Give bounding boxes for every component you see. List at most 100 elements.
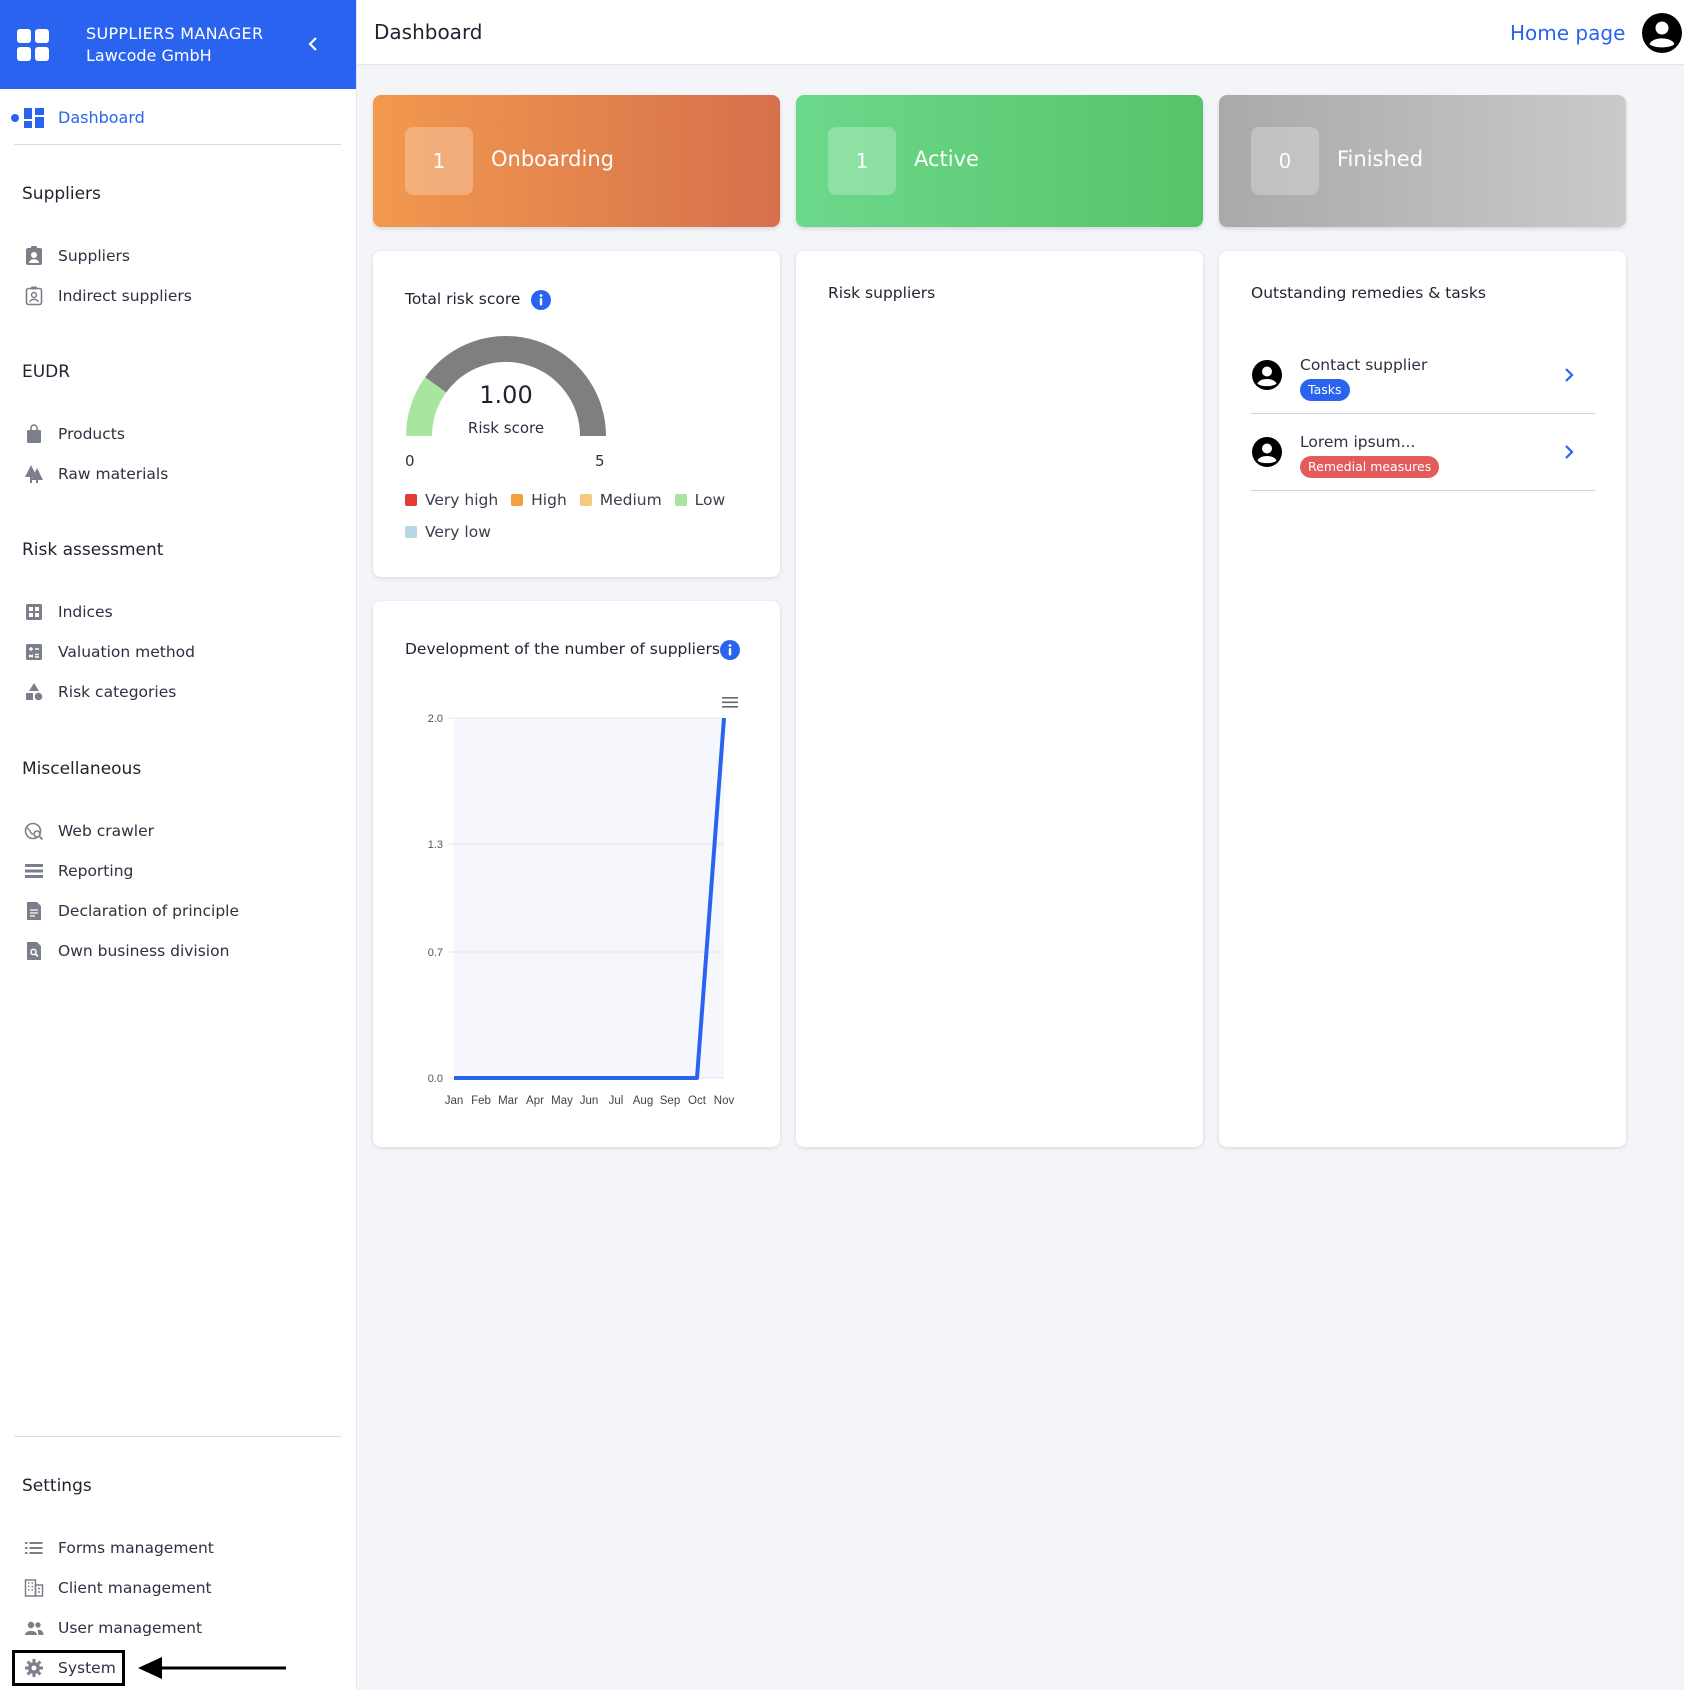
divider xyxy=(14,1436,341,1437)
gauge-max: 5 xyxy=(595,452,605,470)
sidebar-item-label: Indices xyxy=(58,603,113,621)
legend-label: Very low xyxy=(425,523,491,541)
section-title-eudr: EUDR xyxy=(22,362,71,382)
risk-suppliers-card: Risk suppliers xyxy=(796,251,1203,1147)
stat-count: 1 xyxy=(405,127,473,195)
sidebar-item-label: Declaration of principle xyxy=(58,902,240,920)
chevron-right-icon[interactable] xyxy=(1561,365,1577,385)
chevron-left-icon xyxy=(308,37,317,51)
sidebar-item-label: Indirect suppliers xyxy=(58,287,192,305)
line-chart: 0.0 0.7 1.3 2.0 Jan Feb Mar Apr May Jun Jul Aug Sep O… xyxy=(428,697,738,1107)
sidebar-item-label: Products xyxy=(58,425,125,443)
document-search-icon xyxy=(27,942,41,960)
chevron-right-icon[interactable] xyxy=(1561,442,1577,462)
sidebar-item-raw-materials[interactable]: Raw materials xyxy=(0,457,357,491)
x-tick-label: Apr xyxy=(526,1095,544,1107)
id-badge-icon xyxy=(26,246,42,265)
sidebar-item-user-management[interactable]: User management xyxy=(0,1611,357,1645)
task-row[interactable]: Contact supplier Tasks xyxy=(1251,337,1595,414)
x-tick-label: Mar xyxy=(498,1095,518,1107)
sidebar-item-own-business-division[interactable]: Own business division xyxy=(0,934,357,968)
stat-label: Finished xyxy=(1337,147,1424,171)
account-circle-icon[interactable] xyxy=(1641,12,1683,54)
stat-label: Onboarding xyxy=(491,147,614,171)
stat-card-finished[interactable]: 0 Finished xyxy=(1219,95,1626,227)
sidebar-item-products[interactable]: Products xyxy=(0,417,357,451)
sidebar-item-label: Suppliers xyxy=(58,247,130,265)
stat-card-onboarding[interactable]: 1 Onboarding xyxy=(373,95,780,227)
top-bar: Dashboard Home page xyxy=(357,0,1684,65)
legend-item[interactable]: Very low xyxy=(405,523,491,541)
list-lines-icon xyxy=(25,864,43,878)
sidebar-item-label: Own business division xyxy=(58,942,230,960)
dashboard-icon xyxy=(24,108,44,128)
sidebar-item-label: Raw materials xyxy=(58,465,169,483)
globe-search-icon xyxy=(24,822,44,841)
sidebar-item-dashboard[interactable]: Dashboard xyxy=(0,100,357,136)
x-tick-label: Jan xyxy=(445,1095,464,1107)
shapes-icon xyxy=(26,683,43,701)
highlight-box xyxy=(12,1650,125,1686)
info-icon[interactable] xyxy=(531,290,551,310)
sidebar-item-indirect-suppliers[interactable]: Indirect suppliers xyxy=(0,279,357,313)
task-name: Lorem ipsum... xyxy=(1300,433,1416,451)
chart-menu-icon[interactable] xyxy=(722,697,738,708)
sidebar-item-label: Valuation method xyxy=(58,643,196,661)
sidebar-item-label: Forms management xyxy=(58,1539,214,1557)
sidebar-item-reporting[interactable]: Reporting xyxy=(0,854,357,888)
sidebar-item-indices[interactable]: Indices xyxy=(0,595,357,629)
suppliers-chart-card: Development of the number of suppliers 0… xyxy=(373,601,780,1147)
legend-item[interactable]: Low xyxy=(674,491,725,509)
card-title: Risk suppliers xyxy=(828,284,936,302)
sidebar-item-forms-management[interactable]: Forms management xyxy=(0,1531,357,1565)
y-tick-label: 0.7 xyxy=(428,947,443,959)
account-circle-icon xyxy=(1252,360,1282,390)
legend-swatch xyxy=(579,494,592,506)
sidebar-item-suppliers[interactable]: Suppliers xyxy=(0,239,357,273)
risk-score-value: 1.00 xyxy=(479,381,533,409)
app-title: SUPPLIERS MANAGER xyxy=(86,23,264,43)
risk-legend: Very high High Medium Low xyxy=(405,491,733,510)
legend-item[interactable]: High xyxy=(511,491,567,509)
sidebar-item-web-crawler[interactable]: Web crawler xyxy=(0,814,357,848)
section-title-miscellaneous: Miscellaneous xyxy=(22,759,142,779)
sidebar-item-risk-categories[interactable]: Risk categories xyxy=(0,675,357,709)
users-icon xyxy=(25,1621,44,1635)
risk-legend-row-2: Very low xyxy=(405,523,499,542)
risk-score-label: Risk score xyxy=(467,419,545,437)
document-icon xyxy=(27,902,41,920)
sidebar-item-label: Dashboard xyxy=(58,108,145,127)
legend-label: Very high xyxy=(425,491,499,509)
sidebar-item-label: Risk categories xyxy=(58,683,177,701)
legend-label: High xyxy=(531,491,567,509)
y-tick-label: 1.3 xyxy=(428,839,443,851)
sidebar-item-declaration-of-principle[interactable]: Declaration of principle xyxy=(0,894,357,928)
y-tick-label: 0.0 xyxy=(428,1073,443,1085)
active-indicator xyxy=(11,114,19,122)
legend-swatch xyxy=(511,494,524,506)
legend-item[interactable]: Very high xyxy=(405,491,498,509)
sidebar-item-valuation-method[interactable]: Valuation method xyxy=(0,635,357,669)
x-tick-label: Jul xyxy=(609,1095,624,1107)
list-icon xyxy=(25,1542,43,1554)
company-name: Lawcode GmbH xyxy=(86,45,212,65)
task-row[interactable]: Lorem ipsum... Remedial measures xyxy=(1251,414,1595,491)
contact-card-icon xyxy=(25,286,43,306)
divider xyxy=(14,144,341,145)
home-page-link[interactable]: Home page xyxy=(1510,21,1625,45)
legend-swatch xyxy=(405,526,417,538)
x-tick-label: May xyxy=(551,1095,573,1107)
shopping-bag-icon xyxy=(27,424,41,443)
task-badge: Remedial measures xyxy=(1300,456,1440,478)
legend-item[interactable]: Medium xyxy=(579,491,662,509)
remedies-tasks-card: Outstanding remedies & tasks Contact sup… xyxy=(1219,251,1626,1147)
collapse-sidebar-button[interactable] xyxy=(304,32,322,56)
x-tick-label: Oct xyxy=(688,1095,707,1107)
forest-icon xyxy=(25,465,43,483)
stat-card-active[interactable]: 1 Active xyxy=(796,95,1203,227)
x-tick-label: Feb xyxy=(471,1095,491,1107)
risk-score-card: Total risk score 1.00 Risk score 0 5 Ver… xyxy=(373,251,780,577)
sidebar-item-client-management[interactable]: Client management xyxy=(0,1571,357,1605)
task-badge: Tasks xyxy=(1300,379,1350,401)
calculator-icon xyxy=(26,644,42,660)
